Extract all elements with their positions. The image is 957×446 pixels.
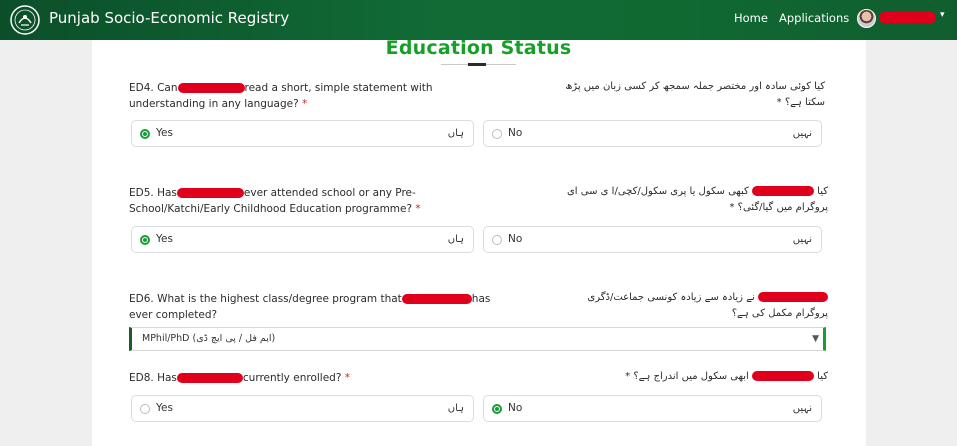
ed4-option-yes[interactable]: Yes ہاں: [131, 120, 474, 147]
ed6-prefix: ED6. What is the highest class/degree pr…: [129, 293, 402, 305]
redacted-name: [176, 188, 244, 198]
option-label-ur: ہاں: [447, 403, 464, 414]
radio-button-icon[interactable]: [140, 129, 150, 139]
required-mark: *: [344, 372, 350, 384]
user-name-redacted[interactable]: [879, 12, 936, 23]
page-title: Education Status: [385, 37, 572, 59]
option-label-ur: نہیں: [792, 234, 812, 245]
ed4-line1-tail: read a short, simple statement with: [244, 82, 433, 94]
ed5-question-ur: کیا کبھی سکول یا پری سکول/کچی/ا ی سی ای …: [540, 184, 828, 216]
radio-button-icon[interactable]: [492, 129, 502, 139]
chevron-down-icon[interactable]: ▼: [812, 334, 819, 344]
option-label-ur: نہیں: [792, 128, 812, 139]
radio-button-icon[interactable]: [492, 235, 502, 245]
ed5-line2: School/Katchi/Early Childhood Education …: [129, 203, 413, 215]
ed8-prefix: ED8. Has: [129, 372, 177, 384]
radio-button-icon[interactable]: [492, 404, 502, 414]
ed8-line1-tail: currently enrolled?: [242, 372, 342, 384]
required-mark: *: [302, 98, 308, 110]
option-label-ur: ہاں: [447, 234, 464, 245]
redacted-name: [758, 292, 828, 302]
ed5-line1-tail: ever attended school or any Pre-: [243, 187, 416, 199]
ed5-ur-prefix: کیا: [817, 186, 828, 197]
ed5-option-yes[interactable]: Yes ہاں: [131, 226, 474, 253]
ed8-question-en: ED8. Has currently enrolled? *: [129, 370, 459, 386]
select-value: MPhil/PhD (ایم فل / پی ایچ ڈی): [142, 333, 276, 344]
ed8-option-no[interactable]: No نہیں: [483, 395, 822, 422]
option-label-en: Yes: [156, 233, 173, 245]
option-label-ur: ہاں: [447, 128, 464, 139]
top-navbar: Punjab Socio-Economic Registry Home Appl…: [0, 0, 957, 40]
option-label-en: No: [508, 233, 523, 245]
ed8-option-yes[interactable]: Yes ہاں: [131, 395, 474, 422]
ed6-question-ur: نے زیادہ سے زیادہ کونسی جماعت/ڈگری پروگر…: [560, 290, 828, 322]
redacted-name: [751, 371, 814, 381]
ed4-prefix: ED4. Can: [129, 82, 178, 94]
ed8-ur-prefix: کیا: [817, 371, 828, 382]
option-label-en: Yes: [156, 127, 173, 139]
ed6-line1-tail: has: [471, 293, 491, 305]
option-label-ur: نہیں: [792, 403, 812, 414]
option-label-en: No: [508, 402, 523, 414]
ed6-question-en: ED6. What is the highest class/degree pr…: [129, 291, 499, 323]
redacted-name: [177, 83, 245, 93]
ed8-ur-tail: ابھی سکول میں اندراج ہے؟ *: [625, 371, 749, 382]
app-title[interactable]: Punjab Socio-Economic Registry: [49, 9, 289, 27]
ed6-highest-class-select[interactable]: MPhil/PhD (ایم فل / پی ایچ ڈی) ▼: [129, 327, 826, 351]
radio-button-icon[interactable]: [140, 235, 150, 245]
redacted-name: [401, 294, 472, 304]
user-menu-caret-icon[interactable]: ▾: [940, 10, 945, 20]
page-scrollbar[interactable]: [946, 40, 957, 446]
ed4-option-no[interactable]: No نہیں: [483, 120, 822, 147]
redacted-name: [751, 186, 814, 196]
redacted-name: [176, 373, 243, 383]
ed4-question-en: ED4. Can read a short, simple statement w…: [129, 80, 459, 112]
ed4-question-ur: کیا کوئی سادہ اور مختصر جملہ سمجھ کر کسی…: [565, 81, 825, 108]
option-label-en: Yes: [156, 402, 173, 414]
ed5-prefix: ED5. Has: [129, 187, 177, 199]
ed5-question-en: ED5. Has ever attended school or any Pre-…: [129, 185, 459, 217]
user-avatar[interactable]: [857, 9, 876, 28]
ed6-line2: ever completed?: [129, 309, 218, 321]
nav-home-link[interactable]: Home: [734, 11, 768, 25]
required-mark: *: [415, 203, 421, 215]
punjab-logo-icon[interactable]: [9, 4, 41, 36]
ed5-option-no[interactable]: No نہیں: [483, 226, 822, 253]
nav-applications-link[interactable]: Applications: [779, 11, 849, 25]
ed4-line2: understanding in any language?: [129, 98, 299, 110]
option-label-en: No: [508, 127, 523, 139]
radio-button-icon[interactable]: [140, 404, 150, 414]
ed8-question-ur: کیا ابھی سکول میں اندراج ہے؟ *: [600, 369, 828, 385]
title-divider-accent: [468, 63, 486, 66]
